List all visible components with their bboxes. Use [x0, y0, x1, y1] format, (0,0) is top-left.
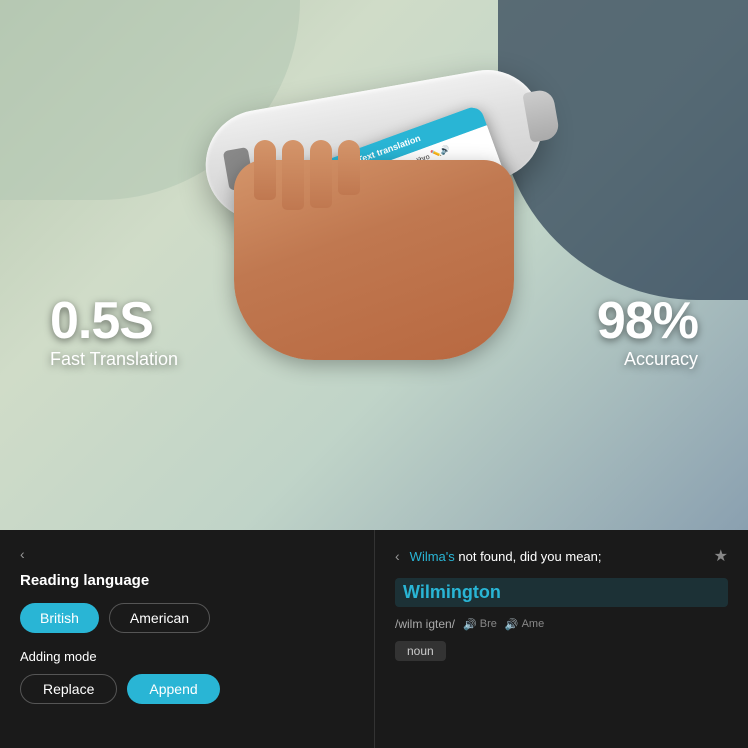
stat-left-label: Fast Translation [50, 349, 178, 370]
language-buttons: British American [20, 603, 354, 633]
bre-label: Bre [480, 618, 497, 630]
stat-right-value: 98% [597, 295, 698, 347]
adding-mode-label: Adding mode [20, 649, 354, 664]
british-button[interactable]: British [20, 603, 99, 633]
right-panel-header: ‹ Wilma's not found, did you mean; ★ [395, 546, 728, 566]
not-found-text: Wilma's not found, did you mean; [410, 549, 714, 564]
bottom-section: ‹ Reading language British American Addi… [0, 530, 748, 748]
reading-language-title: Reading language [20, 572, 354, 589]
bre-audio[interactable]: 🔊 Bre [463, 618, 497, 631]
phonetic-text: /wilm igten/ [395, 617, 455, 631]
ame-audio[interactable]: 🔊 Ame [505, 618, 544, 631]
not-found-label: not found, did you mean; [458, 549, 601, 564]
word-type-badge: noun [395, 641, 446, 661]
stat-right-label: Accuracy [597, 349, 698, 370]
fingers [254, 140, 360, 210]
device-container: ‹ Text translation L'insegnante ci ha ra… [174, 50, 574, 400]
finger-1 [254, 140, 276, 200]
speaker-bre-icon: 🔊 [463, 618, 477, 631]
product-image-section: ‹ Text translation L'insegnante ci ha ra… [0, 0, 748, 530]
mode-buttons: Replace Append [20, 674, 354, 704]
finger-3 [310, 140, 332, 208]
main-word: Wilmington [395, 578, 728, 607]
reading-language-panel: ‹ Reading language British American Addi… [0, 530, 374, 748]
finger-4 [338, 140, 360, 195]
stat-left: 0.5S Fast Translation [50, 295, 178, 370]
replace-button[interactable]: Replace [20, 674, 117, 704]
star-icon[interactable]: ★ [714, 546, 728, 566]
speaker-ame-icon: 🔊 [505, 618, 519, 631]
american-button[interactable]: American [109, 603, 210, 633]
word-phonetic: /wilm igten/ 🔊 Bre 🔊 Ame [395, 617, 728, 631]
finger-2 [282, 140, 304, 210]
highlight-word: Wilma's [410, 549, 455, 564]
pen-tip [522, 88, 560, 142]
ame-label: Ame [522, 618, 545, 630]
dictionary-panel: ‹ Wilma's not found, did you mean; ★ Wil… [374, 530, 748, 748]
stat-right: 98% Accuracy [597, 295, 698, 370]
append-button[interactable]: Append [127, 674, 219, 704]
stat-left-value: 0.5S [50, 295, 178, 347]
left-back-arrow[interactable]: ‹ [20, 546, 354, 562]
right-back-arrow[interactable]: ‹ [395, 548, 400, 564]
screen-edit-icon: ✏️🔊 [430, 144, 452, 159]
hand-image [234, 160, 514, 360]
